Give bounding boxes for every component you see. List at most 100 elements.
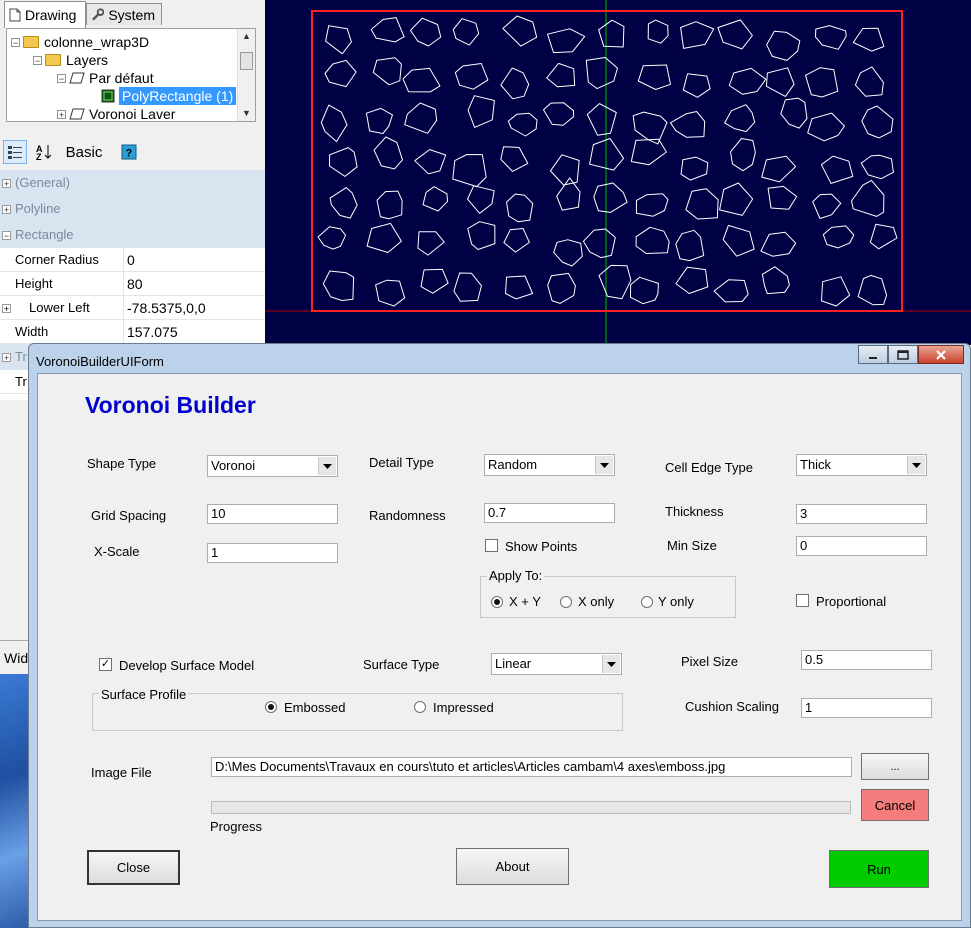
minimize-button[interactable]: [858, 345, 888, 364]
property-row[interactable]: Height 80: [0, 272, 265, 296]
tree-item-default-layer[interactable]: − Par défaut: [57, 69, 154, 87]
sort-alpha-button[interactable]: AZ: [33, 140, 55, 164]
tab-system[interactable]: System: [86, 3, 162, 25]
impressed-label: Impressed: [433, 700, 494, 715]
expand-icon[interactable]: +: [2, 304, 11, 314]
cushion-scaling-input[interactable]: 1: [801, 698, 932, 718]
expand-icon[interactable]: +: [2, 353, 11, 363]
tree-item-polyrectangle[interactable]: PolyRectangle (1): [101, 87, 237, 105]
xscale-input[interactable]: 1: [207, 543, 338, 563]
minimize-icon: [869, 356, 877, 359]
collapse-icon[interactable]: −: [57, 73, 66, 83]
tree-layers-label: Layers: [66, 52, 109, 68]
layer-icon: [69, 72, 85, 84]
expand-icon[interactable]: +: [2, 179, 11, 189]
surface-type-value: Linear: [495, 656, 532, 671]
polyrectangle[interactable]: [311, 10, 903, 312]
about-button[interactable]: About: [456, 848, 569, 885]
cushion-scaling-label: Cushion Scaling: [685, 699, 779, 714]
property-row[interactable]: + Lower Left -78.5375,0,0: [0, 296, 265, 320]
basic-button[interactable]: Basic: [62, 140, 106, 164]
tree-scrollbar[interactable]: ▲ ▼: [237, 29, 255, 121]
category-label: Polyline: [15, 201, 61, 216]
randomness-label: Randomness: [369, 508, 446, 523]
categorized-button[interactable]: [3, 140, 27, 164]
min-size-input[interactable]: 0: [796, 536, 927, 556]
layer-tree[interactable]: − colonne_wrap3D − Layers − Par défaut P…: [6, 28, 256, 122]
property-value[interactable]: 157.075: [127, 324, 178, 340]
tree-item-voronoi-layer[interactable]: + Voronoi Laver: [57, 105, 175, 121]
pixel-size-label: Pixel Size: [681, 654, 739, 669]
run-button[interactable]: Run: [829, 850, 929, 888]
voronoi-cell: [365, 107, 393, 134]
drawing-canvas[interactable]: [265, 0, 971, 345]
cancel-button[interactable]: Cancel: [861, 789, 929, 821]
voronoi-cell: [582, 228, 616, 259]
property-row[interactable]: Width 157.075: [0, 320, 265, 344]
chevron-down-icon[interactable]: [318, 457, 336, 475]
tree-item-root[interactable]: − colonne_wrap3D: [11, 33, 149, 51]
category-polyline[interactable]: + Polyline: [0, 196, 265, 222]
chevron-down-icon[interactable]: [602, 655, 620, 673]
xscale-label: X-Scale: [94, 544, 140, 559]
voronoi-cell: [682, 73, 711, 98]
property-row[interactable]: Corner Radius 0: [0, 248, 265, 272]
surface-type-select[interactable]: Linear: [491, 653, 622, 675]
close-window-button[interactable]: [918, 345, 964, 364]
voronoi-cell: [675, 266, 709, 294]
impressed-radio[interactable]: [414, 701, 426, 713]
randomness-input[interactable]: 0.7: [484, 503, 615, 523]
pixel-size-input[interactable]: 0.5: [801, 650, 932, 670]
apply-y-radio[interactable]: [641, 596, 653, 608]
voronoi-cell: [680, 21, 715, 49]
close-icon: [936, 349, 946, 360]
voronoi-cell: [713, 279, 749, 303]
maximize-button[interactable]: [888, 345, 918, 364]
help-button[interactable]: ?: [118, 140, 140, 164]
voronoi-cell: [507, 112, 538, 137]
tab-drawing[interactable]: Drawing: [4, 1, 86, 28]
develop-surface-checkbox[interactable]: ✓: [99, 658, 112, 671]
voronoi-cell: [812, 193, 842, 219]
voronoi-cell: [506, 193, 534, 223]
voronoi-cell: [370, 17, 405, 43]
detail-type-select[interactable]: Random: [484, 454, 615, 476]
grid-spacing-input[interactable]: 10: [207, 504, 338, 524]
apply-xy-radio[interactable]: [491, 596, 503, 608]
cell-edge-type-select[interactable]: Thick: [796, 454, 927, 476]
min-size-label: Min Size: [667, 538, 717, 553]
property-value[interactable]: -78.5375,0,0: [127, 300, 206, 316]
chevron-down-icon[interactable]: [595, 456, 613, 474]
proportional-checkbox[interactable]: [796, 594, 809, 607]
voronoi-cell: [630, 138, 667, 166]
collapse-icon[interactable]: −: [11, 37, 20, 47]
grid-spacing-label: Grid Spacing: [91, 508, 167, 523]
property-value[interactable]: 80: [127, 276, 143, 292]
category-rectangle[interactable]: − Rectangle: [0, 222, 265, 248]
property-value[interactable]: 0: [127, 252, 135, 268]
maximize-icon: [897, 349, 909, 360]
collapse-icon[interactable]: −: [2, 231, 11, 241]
apply-x-radio[interactable]: [560, 596, 572, 608]
expand-icon[interactable]: +: [2, 205, 11, 215]
divider: [123, 248, 124, 272]
scroll-down-icon[interactable]: ▼: [238, 106, 255, 121]
embossed-radio[interactable]: [265, 701, 277, 713]
collapse-icon[interactable]: −: [33, 55, 42, 65]
voronoi-cell: [325, 25, 352, 55]
show-points-checkbox[interactable]: [485, 539, 498, 552]
thickness-input[interactable]: 3: [796, 504, 927, 524]
expand-icon[interactable]: +: [57, 109, 66, 119]
scroll-thumb[interactable]: [240, 52, 253, 70]
chevron-down-icon[interactable]: [907, 456, 925, 474]
tree-item-layers[interactable]: − Layers: [33, 51, 108, 69]
category-general[interactable]: + (General): [0, 170, 265, 196]
property-name: Height: [15, 276, 53, 291]
close-button[interactable]: Close: [87, 850, 180, 885]
voronoi-cell: [372, 57, 402, 86]
browse-button[interactable]: ...: [861, 753, 929, 780]
shape-type-select[interactable]: Voronoi: [207, 455, 338, 477]
image-file-input[interactable]: D:\Mes Documents\Travaux en cours\tuto e…: [211, 757, 852, 777]
scroll-up-icon[interactable]: ▲: [238, 29, 255, 44]
voronoi-cell: [467, 185, 495, 214]
